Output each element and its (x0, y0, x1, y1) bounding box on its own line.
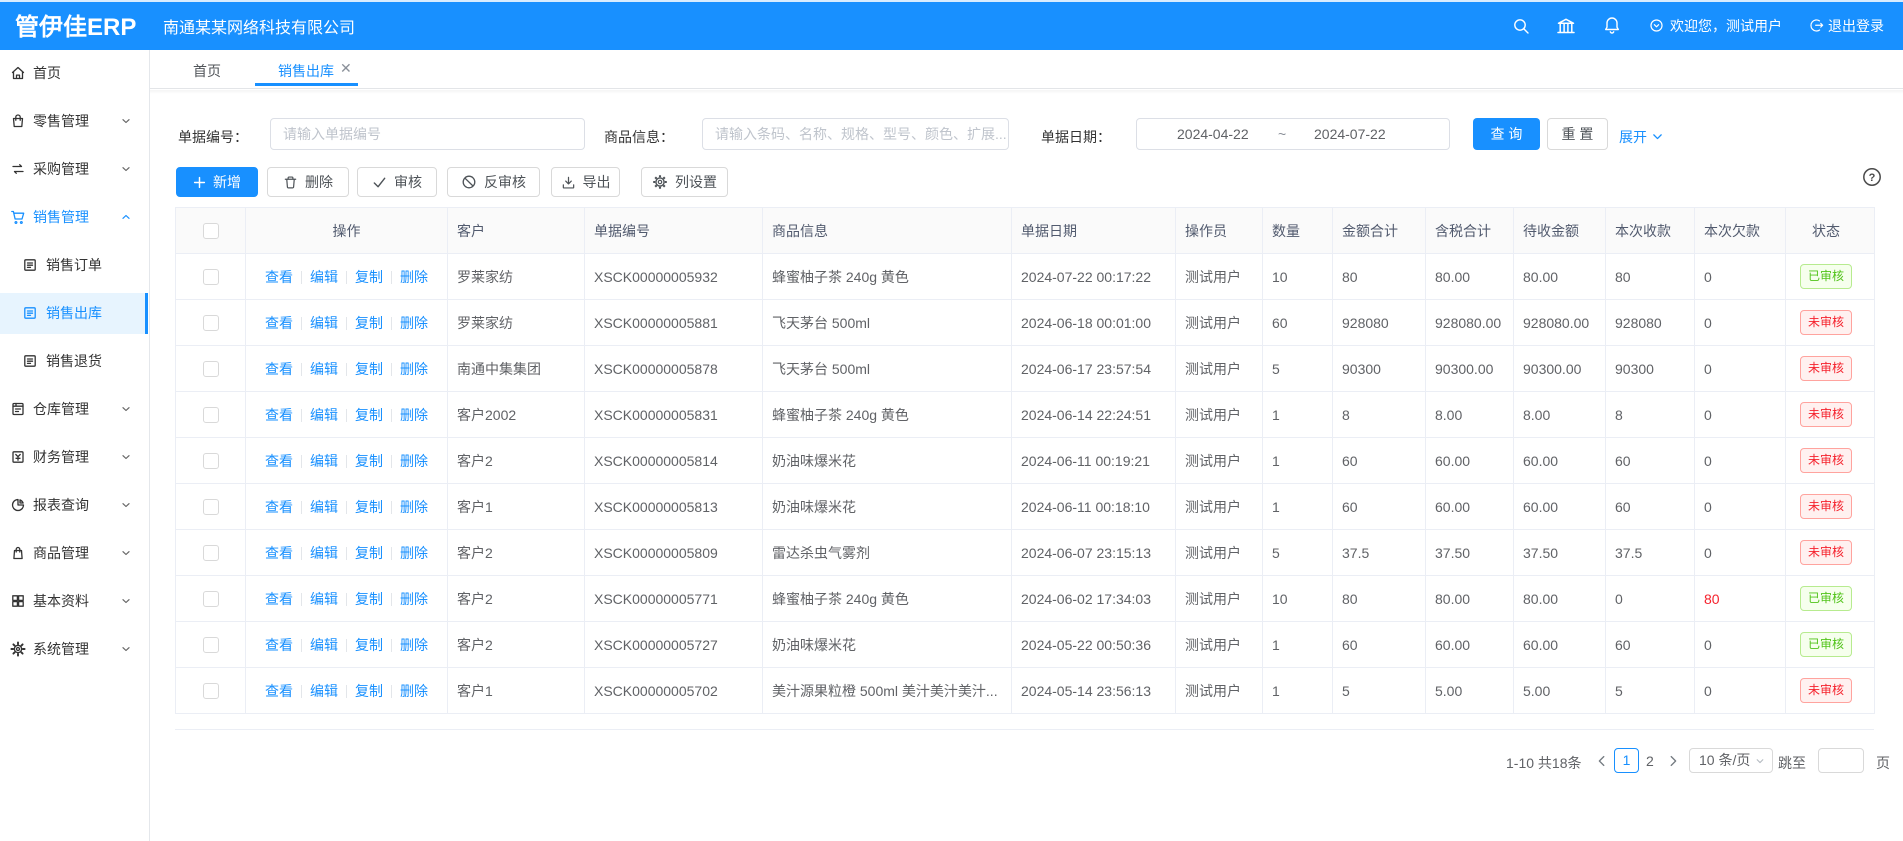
svg-text:?: ? (1869, 172, 1876, 184)
